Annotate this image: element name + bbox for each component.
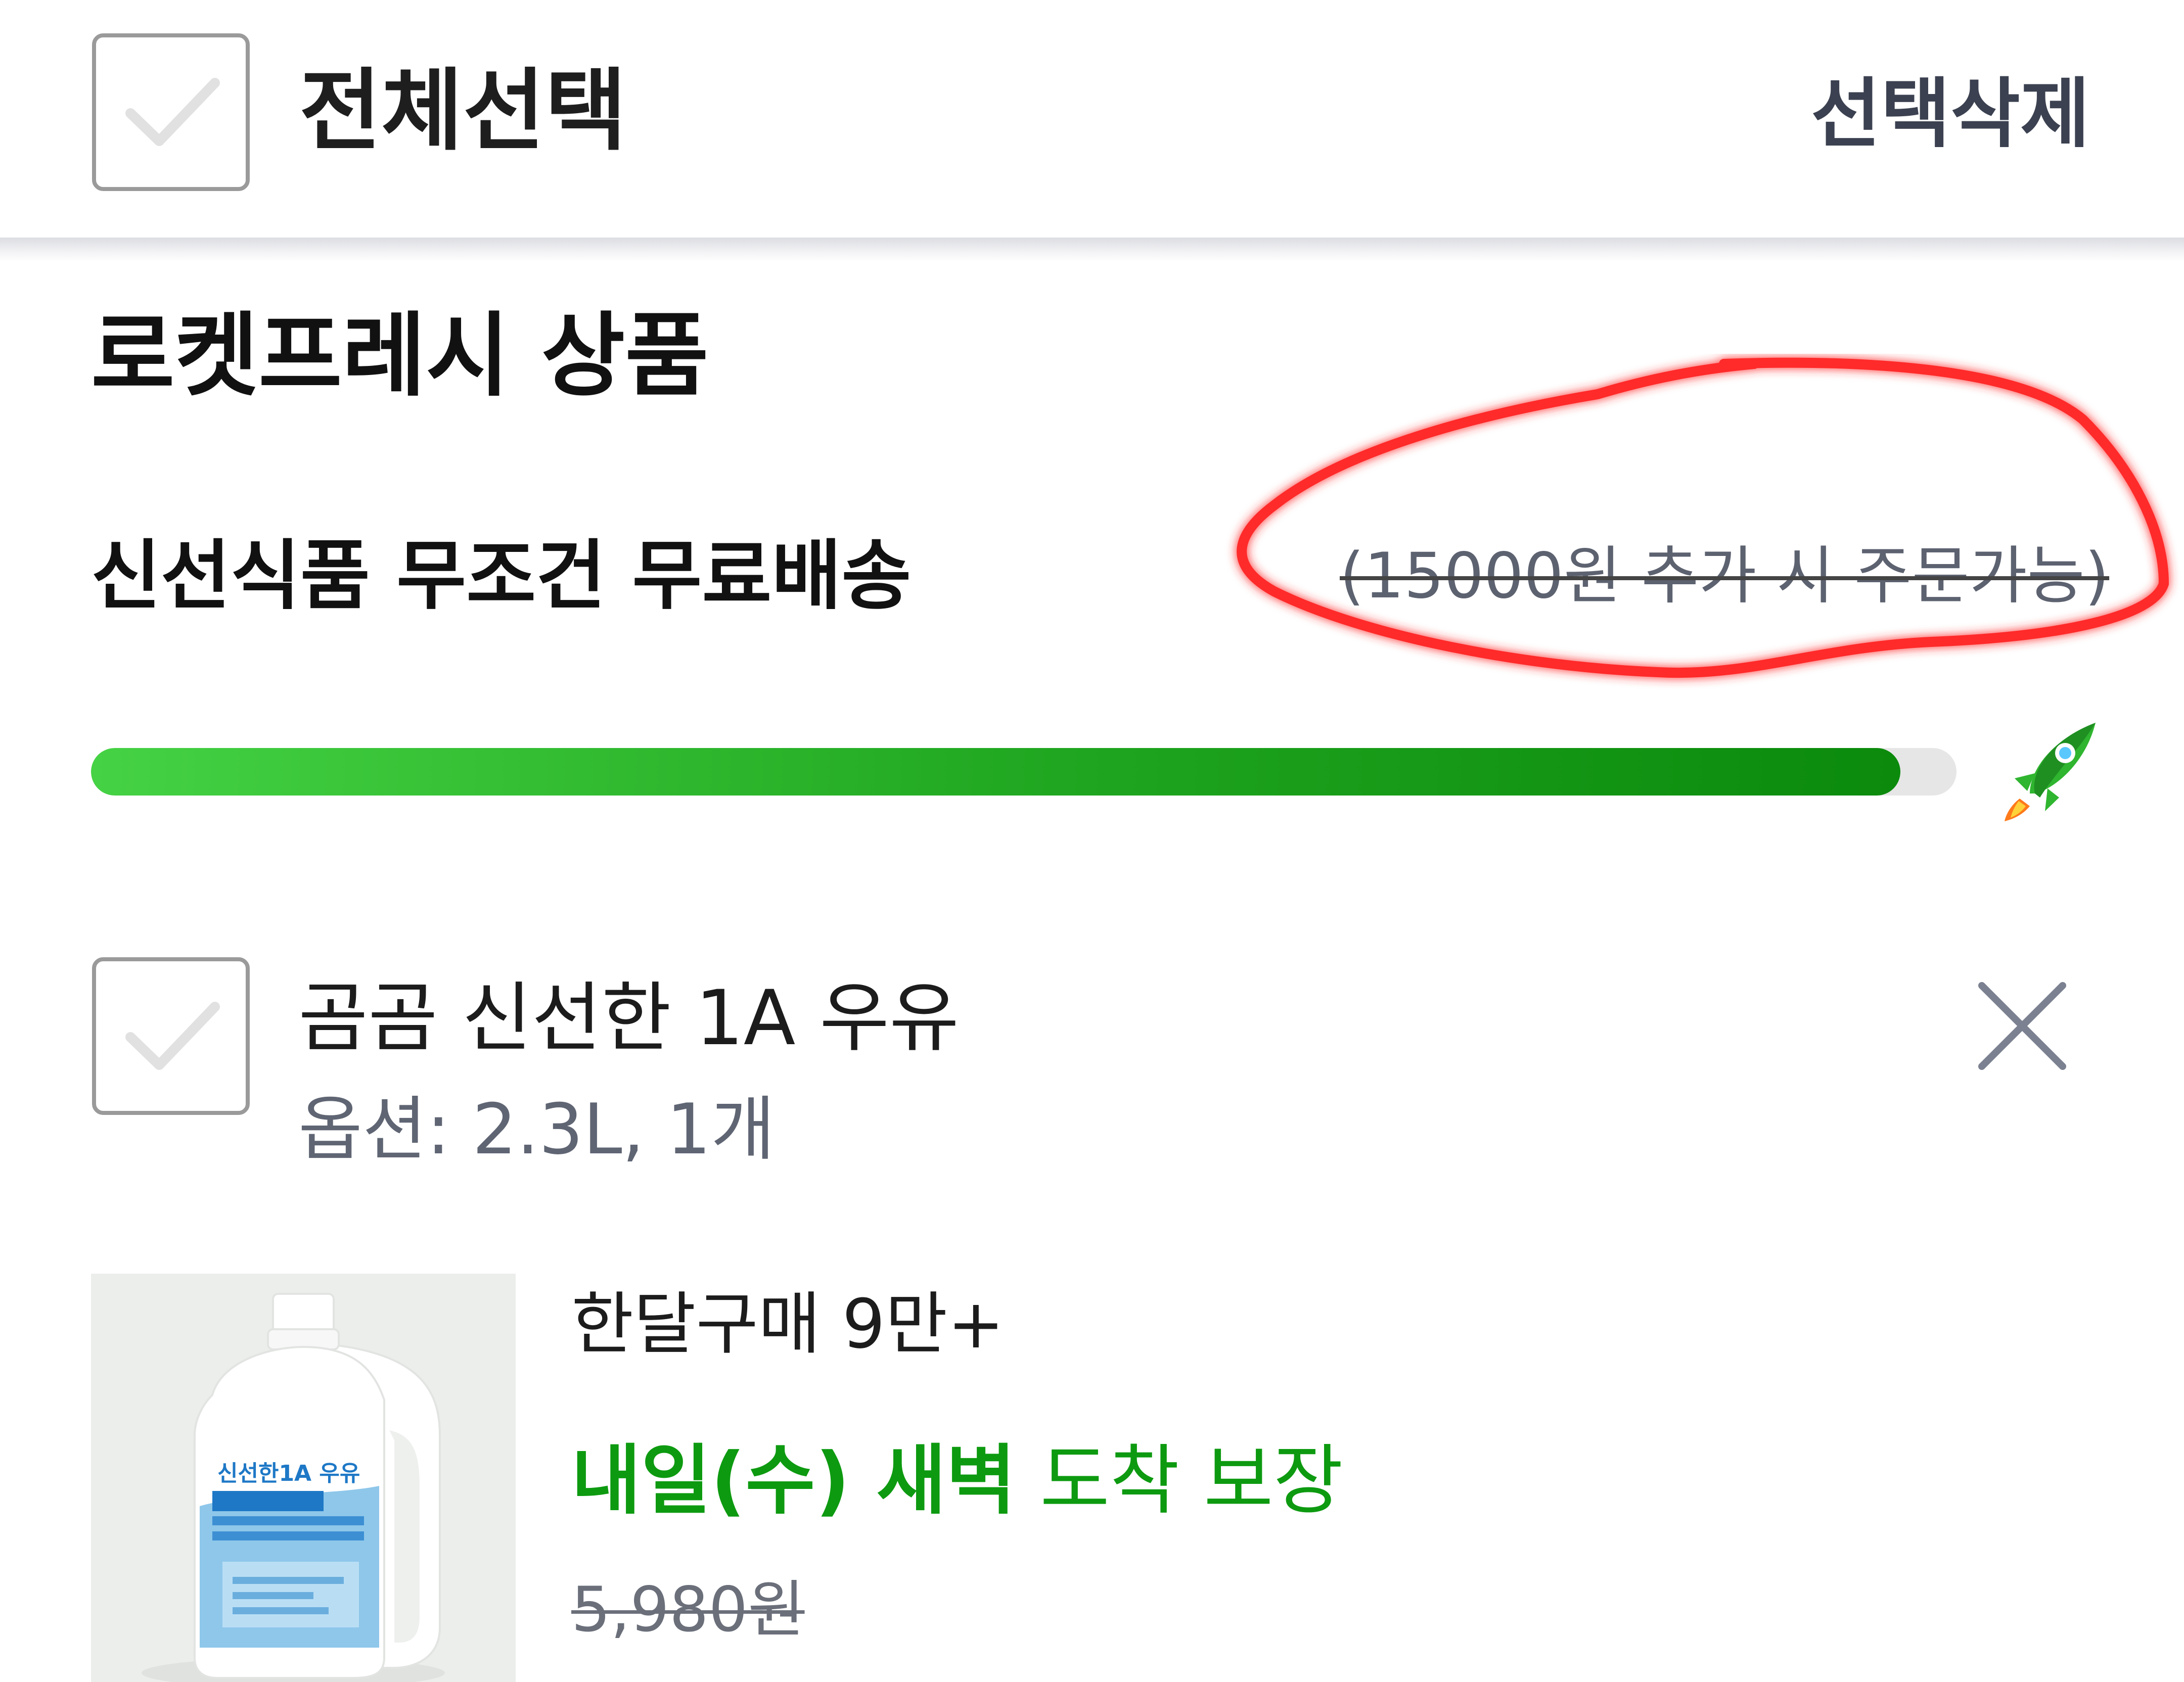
red-annotation-circle [1237,357,2169,678]
milk-jug-image: 신선한1A 우유 [91,1274,516,1682]
delivery-date: 내일(수) 새벽 [571,1437,1016,1525]
free-shipping-progress-bar [91,748,1956,796]
cart-header: 전체선택 선택삭제 [0,0,2184,238]
item-checkbox[interactable] [92,957,250,1115]
section-title: 로켓프레시 상품 [91,303,709,409]
product-thumbnail[interactable]: 신선한1A 우유 [91,1274,516,1682]
cart-page: 전체선택 선택삭제 로켓프레시 상품 신선식품 무조건 무료배송 (15000원… [0,0,2184,1682]
progress-fill [91,748,1901,796]
free-shipping-label: 신선식품 무조건 무료배송 [91,532,912,620]
close-icon[interactable] [1972,975,2073,1077]
delivery-promise: 내일(수) 새벽 도착 보장 [571,1435,1343,1526]
header-divider [0,238,2184,262]
check-icon [125,1002,220,1070]
item-option: 옵션: 2.3L, 1개 [298,1089,776,1170]
monthly-purchase-count: 한달구매 9만+ [571,1285,1005,1364]
check-icon [125,78,220,146]
delivery-guarantee: 도착 보장 [1016,1437,1343,1525]
original-price: 5,980원 [571,1574,805,1646]
rocket-icon [2005,723,2096,821]
item-name[interactable]: 곰곰 신선한 1A 우유 [298,973,959,1064]
delete-selected-button[interactable]: 선택삭제 [1811,64,2090,165]
product-label-text: 신선한1A 우유 [217,1461,360,1486]
select-all-label[interactable]: 전체선택 [299,61,627,162]
select-all-checkbox[interactable] [92,33,250,191]
